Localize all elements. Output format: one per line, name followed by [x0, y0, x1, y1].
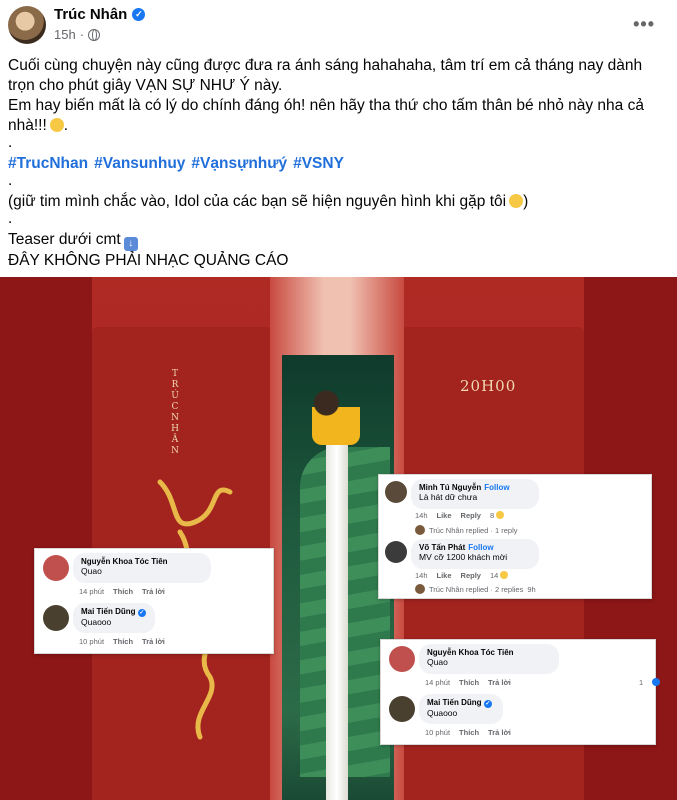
reply-button[interactable]: Trả lời [488, 728, 511, 737]
haha-reaction-icon [496, 511, 505, 519]
reply-button[interactable]: Reply [461, 511, 481, 520]
reply-button[interactable]: Trả lời [142, 637, 165, 646]
poster-time-label: 20H00 [460, 377, 517, 395]
like-button[interactable]: Thích [459, 728, 479, 737]
comment-bubble: Mai Tiến Dũng ✓ Quaooo [73, 603, 155, 633]
comment-text: MV cỡ 1200 khách mời [419, 552, 508, 562]
poster-white-strip [326, 417, 348, 800]
comment-text: Quaooo [81, 616, 112, 627]
comment-bubble: Mai Tiến Dũng ✓ Quaooo [419, 694, 503, 724]
view-replies-link[interactable]: Trúc Nhân replied · 1 reply [415, 525, 518, 535]
hashtags: #TrucNhan #Vansunhuy #Vạnsựnhưý #VSNY [8, 154, 668, 174]
poster-vertical-name: TRÚCNHÂN [171, 369, 179, 456]
like-button[interactable]: Thích [113, 637, 133, 646]
post-image[interactable]: TRÚCNHÂN 20H00 Minh Tú Nguyễn Follow Là h… [0, 277, 677, 800]
author-name[interactable]: Trúc Nhân [54, 6, 127, 23]
reaction-count: 8 [489, 511, 495, 520]
commenter-name[interactable]: Nguyễn Khoa Tóc Tiên [81, 557, 203, 566]
comment-bubble: Nguyễn Khoa Tóc Tiên Quao [73, 553, 211, 583]
hashtag-link[interactable]: #VSNY [293, 155, 344, 172]
globe-icon [88, 28, 101, 41]
reaction-count: 14 [489, 571, 499, 580]
view-replies-link[interactable]: Trúc Nhân replied · 2 replies 9h [415, 584, 536, 594]
commenter-avatar[interactable] [385, 481, 407, 503]
verified-badge-icon: ✓ [137, 608, 146, 617]
comment-time[interactable]: 10 phút [425, 728, 450, 737]
hashtag-link[interactable]: #Vansunhuy [94, 155, 185, 172]
follow-button[interactable]: Follow [484, 483, 509, 492]
more-icon[interactable]: ••• [633, 14, 655, 35]
dot-separator: . [8, 134, 13, 151]
commenter-avatar[interactable] [389, 696, 415, 722]
post-line-1: Cuối cùng chuyện này cũng được đưa ra án… [8, 57, 643, 94]
commenter-avatar[interactable] [385, 541, 407, 563]
comment-actions: 10 phút Thích Trả lời [79, 637, 165, 646]
like-button[interactable]: Like [437, 571, 452, 580]
comment-bubble: Võ Tấn Phát Follow MV cỡ 1200 khách mời [411, 539, 539, 569]
commenter-name[interactable]: Mai Tiến Dũng [427, 698, 482, 707]
haha-reaction-icon [500, 571, 509, 579]
reply-button[interactable]: Reply [461, 571, 481, 580]
hashtag-link[interactable]: #Vạnsựnhưý [191, 155, 287, 172]
like-reaction-icon [652, 678, 661, 686]
comment-bubble: Nguyễn Khoa Tóc Tiên Quao [419, 644, 559, 674]
author-row: Trúc Nhân ✓ [54, 6, 146, 23]
comment-time[interactable]: 14 phút [79, 587, 104, 596]
post-header: Trúc Nhân ✓ 15h · ••• [0, 0, 677, 52]
down-arrow-emoji-icon: ↓ [123, 237, 138, 251]
like-button[interactable]: Thích [459, 678, 479, 687]
reply-avatar [415, 525, 425, 535]
author-avatar[interactable] [8, 6, 46, 44]
verified-badge-icon: ✓ [132, 8, 146, 21]
reply-button[interactable]: Trả lời [488, 678, 511, 687]
post-meta: 15h · [54, 27, 101, 42]
comment-actions: 14h Like Reply 14 [415, 571, 509, 580]
post-time[interactable]: 15h [54, 27, 76, 42]
hashtag-link[interactable]: #TrucNhan [8, 155, 88, 172]
comment-screenshot-1: Minh Tú Nguyễn Follow Là hát dữ chưa 14h … [378, 474, 652, 599]
commenter-name[interactable]: Nguyễn Khoa Tóc Tiên [427, 648, 551, 657]
poster-figure [312, 389, 360, 445]
post-line-2: Em hay biến mất là có lý do chính đáng ó… [8, 97, 644, 134]
comment-text: Là hát dữ chưa [419, 492, 478, 502]
follow-button[interactable]: Follow [468, 543, 493, 552]
comment-actions: 14 phút Thích Trả lời [425, 678, 511, 687]
comment-time[interactable]: 14h [415, 511, 428, 520]
comment-text: Quao [81, 566, 102, 576]
smile-emoji-icon [509, 194, 524, 208]
rofl-emoji-icon [49, 118, 64, 132]
reaction-summary: 1 [639, 678, 661, 687]
comment-actions: 14 phút Thích Trả lời [79, 587, 165, 596]
comment-actions: 14h Like Reply 8 [415, 511, 505, 520]
comment-text: Quaooo [427, 707, 458, 718]
commenter-avatar[interactable] [389, 646, 415, 672]
dot-separator: . [8, 210, 13, 227]
commenter-name[interactable]: Võ Tấn Phát [419, 543, 465, 552]
like-button[interactable]: Thích [113, 587, 133, 596]
comment-time[interactable]: 10 phút [79, 637, 104, 646]
post-body: Cuối cùng chuyện này cũng được đưa ra án… [8, 56, 668, 271]
comment-actions: 10 phút Thích Trả lời [425, 728, 511, 737]
post-line-4: Teaser dưới cmt ↓ [8, 230, 668, 251]
comment-screenshot-2: Nguyễn Khoa Tóc Tiên Quao 14 phút Thích … [34, 548, 274, 654]
comment-bubble: Minh Tú Nguyễn Follow Là hát dữ chưa [411, 479, 539, 509]
post-line-3: (giữ tim mình chắc vào, Idol của các bạn… [8, 193, 529, 210]
commenter-name[interactable]: Mai Tiến Dũng [81, 607, 136, 616]
like-button[interactable]: Like [437, 511, 452, 520]
comment-time[interactable]: 14h [415, 571, 428, 580]
comment-text: Quao [427, 657, 448, 667]
post-line-5: ĐÂY KHÔNG PHẢI NHẠC QUẢNG CÁO [8, 252, 289, 269]
commenter-avatar[interactable] [43, 555, 69, 581]
verified-badge-icon: ✓ [483, 699, 492, 708]
reply-button[interactable]: Trả lời [142, 587, 165, 596]
reaction-count: 1 [639, 678, 644, 687]
comment-screenshot-3: Nguyễn Khoa Tóc Tiên Quao 14 phút Thích … [380, 639, 661, 745]
reply-avatar [415, 584, 425, 594]
comment-time[interactable]: 14 phút [425, 678, 450, 687]
commenter-name[interactable]: Minh Tú Nguyễn [419, 483, 481, 492]
commenter-avatar[interactable] [43, 605, 69, 631]
dot-separator: . [8, 172, 13, 189]
